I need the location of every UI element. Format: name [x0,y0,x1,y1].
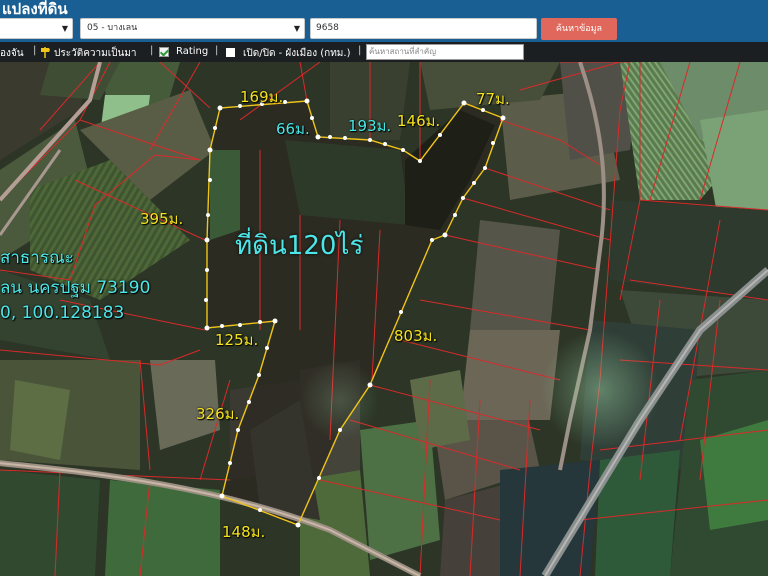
dimension-label: 66ม. [276,120,310,138]
address-line: ลน นครปฐม 73190 [0,278,151,298]
toolbar-item-cityplan[interactable]: เปิด/ปิด - ผังเมือง (กทม.) [243,46,350,61]
dimension-label: 326ม. [196,405,240,423]
toolbar-separator: | [150,45,154,56]
checkbox-icon[interactable] [226,48,235,57]
toolbar-separator: | [33,45,37,56]
dimension-label: 169ม. [240,88,284,106]
parcel-number-input[interactable]: 9658 [310,18,537,39]
top-bar: แปลงที่ดิน ▼ 05 - บางเลน ▼ 9658 ค้นหาข้อ… [0,0,768,42]
dimension-label: 146ม. [397,112,441,130]
satellite-map[interactable]: 169ม. 66ม. 193ม. 146ม. 77ม. 395ม. 125ม. … [0,62,768,576]
dimension-label: 125ม. [215,331,259,349]
search-button[interactable]: ค้นหาข้อมูล [541,18,617,40]
dimension-label: 148ม. [222,523,266,541]
signpost-icon [41,47,50,58]
district-select-value: 05 - บางเลน [87,23,138,33]
dimension-label: 77ม. [476,90,510,108]
map-toolbar: องจัน | ประวัติความเป็นมา | Rating | เปิ… [0,42,768,62]
toolbar-separator: | [358,45,362,56]
chevron-down-icon: ▼ [61,24,68,33]
checkbox-checked-icon[interactable] [159,47,169,57]
toolbar-item-rating[interactable]: Rating [176,46,208,57]
dimension-label: 395ม. [140,210,184,228]
toolbar-separator: | [215,45,219,56]
coordinates-line: 0, 100.128183 [0,303,125,323]
landmark-search-input[interactable]: ค้นหาสถานที่สำคัญ [366,44,524,60]
address-line: สาธารณะ [0,248,74,268]
parcel-area-label: ที่ดิน120ไร่ [235,231,364,261]
chevron-down-icon: ▼ [293,24,300,33]
province-select[interactable]: ▼ [0,18,73,39]
dimension-label: 193ม. [348,117,392,135]
district-select[interactable]: 05 - บางเลน ▼ [80,18,305,39]
toolbar-item-boundary[interactable]: องจัน [0,46,24,61]
dimension-label: 803ม. [394,327,438,345]
toolbar-item-history[interactable]: ประวัติความเป็นมา [54,46,137,61]
